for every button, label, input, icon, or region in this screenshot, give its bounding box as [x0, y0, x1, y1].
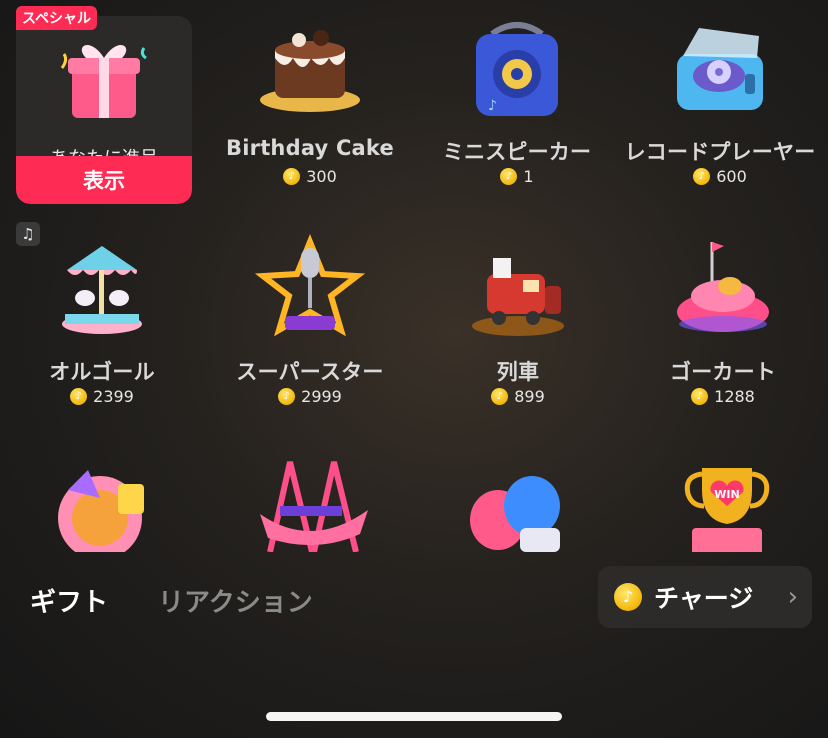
gift-price: ♪ 300 — [210, 167, 410, 186]
gift-name: 列車 — [496, 360, 540, 384]
train-icon — [472, 258, 564, 336]
gift-grid: あなたに進呈 表示 スペシャル ♪ Birthday Cake ♪ 300 ♪ — [0, 0, 828, 560]
gift-price-value: 1 — [523, 167, 534, 186]
superstar-icon — [255, 234, 365, 337]
gift-price-value: 600 — [716, 167, 747, 186]
record-player-icon — [677, 28, 763, 110]
coin-icon: ♪ — [278, 388, 296, 405]
music-box-icon — [62, 246, 142, 334]
home-indicator[interactable] — [266, 712, 562, 721]
swing-ship-icon[interactable] — [252, 456, 372, 552]
gift-price-value: 899 — [514, 387, 545, 406]
gift-name: レコードプレーヤー — [624, 140, 816, 164]
gift-item-mini-speaker[interactable]: ♪ ミニスピーカー ♪ 1 — [417, 0, 617, 200]
fan-icon[interactable] — [48, 460, 158, 552]
gift-price: ♪ 1 — [417, 167, 617, 186]
coin-icon: ♪ — [70, 388, 88, 405]
gift-name: ゴーカート — [670, 360, 776, 384]
gift-price-value: 1288 — [714, 387, 755, 406]
tab-reaction[interactable]: リアクション — [158, 582, 313, 619]
boxing-glove-icon[interactable] — [462, 466, 572, 552]
gift-price: ♪ 899 — [418, 387, 618, 406]
gift-price: ♪ 600 — [620, 167, 820, 186]
gift-price: ♪ 2999 — [210, 387, 410, 406]
gift-price-value: 2399 — [93, 387, 134, 406]
svg-text:♪: ♪ — [488, 98, 497, 114]
gift-item-birthday-cake[interactable]: ♪ Birthday Cake ♪ 300 — [210, 0, 410, 200]
gift-price-value: 2999 — [301, 387, 342, 406]
birthday-cake-icon: ♪ — [260, 22, 360, 112]
coin-icon: ♪ — [283, 168, 301, 185]
special-gift-card[interactable]: あなたに進呈 表示 — [16, 16, 192, 204]
coin-icon: ♪ — [500, 168, 518, 185]
svg-text:♪: ♪ — [304, 22, 316, 43]
mini-speaker-icon: ♪ — [476, 22, 558, 116]
gift-price: ♪ 1288 — [623, 387, 823, 406]
gift-name: ミニスピーカー — [442, 140, 592, 164]
bottom-bar: ギフト リアクション ♪ チャージ › — [0, 560, 828, 640]
charge-button[interactable]: ♪ チャージ › — [598, 566, 812, 628]
gift-price: ♪ 2399 — [2, 387, 202, 406]
go-kart-icon — [677, 242, 769, 332]
gift-item-music-box[interactable]: オルゴール ♪ 2399 — [2, 220, 202, 420]
gift-price-value: 300 — [306, 167, 337, 186]
special-tag: スペシャル — [16, 6, 98, 30]
svg-text:WIN: WIN — [714, 488, 739, 501]
partial-gift-row: WIN — [0, 456, 828, 552]
trophy-icon[interactable]: WIN — [672, 462, 782, 552]
coin-icon: ♪ — [693, 168, 711, 185]
charge-label: チャージ — [654, 584, 754, 613]
coin-icon: ♪ — [691, 388, 709, 405]
tab-gift[interactable]: ギフト — [30, 582, 108, 619]
gift-item-train[interactable]: 列車 ♪ 899 — [418, 220, 618, 420]
coin-icon: ♪ — [491, 388, 509, 405]
gift-item-record-player[interactable]: レコードプレーヤー ♪ 600 — [620, 0, 820, 200]
gift-item-go-kart[interactable]: ゴーカート ♪ 1288 — [623, 220, 823, 420]
show-button[interactable]: 表示 — [16, 156, 192, 204]
gift-name: オルゴール — [49, 360, 155, 384]
chevron-right-icon: › — [787, 582, 798, 612]
gift-item-superstar[interactable]: スーパースター ♪ 2999 — [210, 220, 410, 420]
gift-name: Birthday Cake — [226, 136, 394, 160]
gift-name: スーパースター — [236, 360, 384, 384]
gift-box-icon — [60, 44, 147, 118]
coin-icon: ♪ — [614, 583, 642, 611]
